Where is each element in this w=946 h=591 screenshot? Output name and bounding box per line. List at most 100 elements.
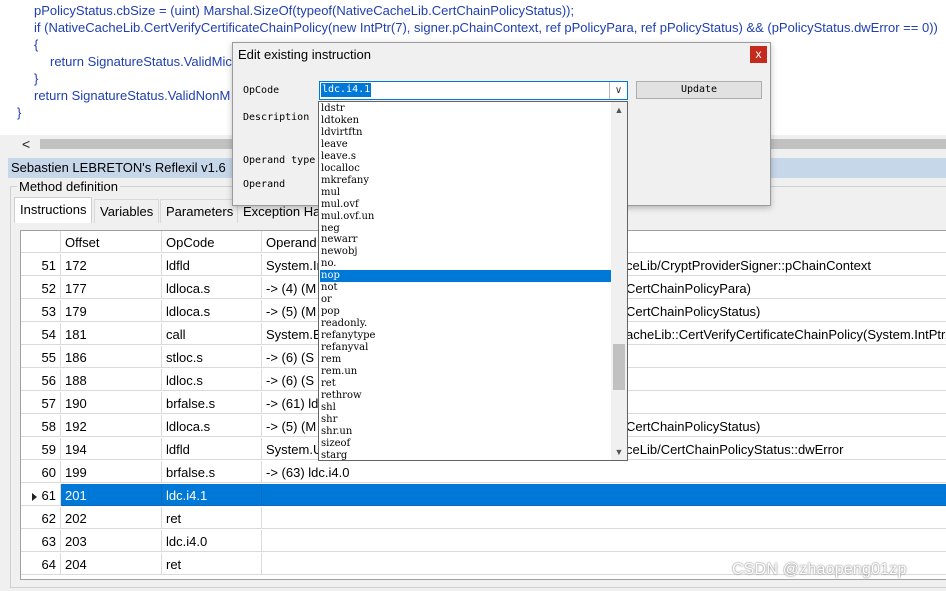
scroll-up-icon[interactable]: ▲ [611,102,627,118]
dropdown-option[interactable]: newarr [320,234,611,246]
dropdown-option[interactable]: mul.ovf [320,199,611,211]
row-index: 59 [21,438,61,460]
code-line: { [34,37,39,52]
dropdown-option[interactable]: readonly. [320,318,611,330]
row-opcode: ldloc.s [162,369,262,391]
dropdown-option[interactable]: ldstr [320,103,611,115]
dropdown-option[interactable]: localloc [320,163,611,175]
code-line: } [34,71,39,86]
row-index-text: 59 [41,442,56,457]
opcode-combobox[interactable]: ldc.i4.1 ∨ [319,81,628,100]
scroll-down-icon[interactable]: ▼ [611,444,627,460]
row-offset: 199 [61,461,162,483]
row-operand: -> (63) ldc.i4.0 [262,461,946,483]
dropdown-option[interactable]: refanyval [320,342,611,354]
dropdown-option[interactable]: mul [320,187,611,199]
dropdown-option[interactable]: rem [320,354,611,366]
opcode-dropdown-list[interactable]: ldstr ldtoken ldvirtftn leave leave.s locallo… [318,101,628,461]
row-opcode: ldloca.s [162,300,262,322]
dropdown-option[interactable]: leave.s [320,151,611,163]
row-index: 51 [21,254,61,276]
dropdown-option[interactable]: starg [320,450,611,460]
header-opcode[interactable]: OpCode [162,231,262,253]
row-index-text: 51 [41,258,56,273]
tab-instructions[interactable]: Instructions [14,197,93,223]
row-index-text: 64 [41,557,56,572]
operand-label: Operand [243,179,286,190]
description-label: Description [243,112,310,123]
row-offset: 201 [61,484,162,506]
chevron-down-icon[interactable]: ∨ [609,82,627,99]
dropdown-option[interactable]: shr [320,414,611,426]
tab-parameters[interactable]: Parameters [160,199,240,223]
dropdown-option[interactable]: mkrefany [320,175,611,187]
operand-visible-end: ceLib/CryptProviderSigner::pChainContext [626,258,871,273]
row-operand [262,484,946,506]
row-offset: 172 [61,254,162,276]
operand-visible-end: acheLib::CertVerifyCertificateChainPolic… [626,327,946,342]
dropdown-option[interactable]: mul.ovf.un [320,211,611,223]
opcode-label: OpCode [243,85,280,96]
operand-visible-start: System.B [266,327,322,342]
row-index: 56 [21,369,61,391]
update-button[interactable]: Update [636,81,762,99]
dropdown-option[interactable]: ret [320,378,611,390]
table-row[interactable]: 60 199 brfalse.s -> (63) ldc.i4.0 [21,461,946,484]
table-row[interactable]: 62 202 ret [21,507,946,530]
row-index: 57 [21,392,61,414]
operand-visible-end: CertChainPolicyPara) [626,281,751,296]
row-opcode: ret [162,553,262,575]
header-offset[interactable]: Offset [61,231,162,253]
row-opcode: ldloca.s [162,415,262,437]
tab-variables[interactable]: Variables [94,199,160,223]
row-index-text: 55 [41,350,56,365]
dropdown-option[interactable]: or [320,294,611,306]
row-offset: 190 [61,392,162,414]
operand-visible-start: -> (5) (M [266,419,317,434]
code-line: } [17,105,22,120]
row-opcode: ldloca.s [162,277,262,299]
operand-type-label: Operand type [243,155,316,166]
dropdown-option[interactable]: sizeof [320,438,611,450]
row-opcode: stloc.s [162,346,262,368]
current-row-icon [31,492,37,501]
dropdown-option[interactable]: rethrow [320,390,611,402]
dropdown-option[interactable]: refanytype [320,330,611,342]
dropdown-option[interactable]: pop [320,306,611,318]
row-index: 58 [21,415,61,437]
row-index: 62 [21,507,61,529]
dropdown-option[interactable]: leave [320,139,611,151]
dropdown-option[interactable]: ldtoken [320,115,611,127]
row-offset: 188 [61,369,162,391]
table-row[interactable]: 63 203 ldc.i4.0 [21,530,946,553]
dropdown-option[interactable]: rem.un [320,366,611,378]
table-row[interactable]: 61 201 ldc.i4.1 [21,484,946,507]
dropdown-option[interactable]: newobj [320,246,611,258]
row-index-text: 63 [41,534,56,549]
operand-visible-end: ceLib/CertChainPolicyStatus::dwError [626,442,844,457]
dropdown-option[interactable]: ldvirtftn [320,127,611,139]
row-operand [262,507,946,529]
dropdown-option[interactable]: nop [320,270,611,283]
row-operand [262,530,946,552]
dropdown-option[interactable]: shl [320,402,611,414]
dropdown-option[interactable]: shr.un [320,426,611,438]
row-opcode: brfalse.s [162,461,262,483]
row-offset: 194 [61,438,162,460]
operand-visible-start: -> (6) (S [266,350,315,365]
row-opcode: ldfld [162,254,262,276]
row-index-text: 62 [41,511,56,526]
dropdown-scrollbar-thumb[interactable] [613,344,625,390]
dropdown-scrollbar[interactable]: ▲ ▼ [611,102,627,460]
row-offset: 203 [61,530,162,552]
dropdown-option[interactable]: neg [320,223,611,235]
scroll-left-icon[interactable]: < [22,135,30,153]
close-icon[interactable]: x [750,46,767,63]
dropdown-option[interactable]: no. [320,258,611,270]
dropdown-option[interactable]: not [320,282,611,294]
row-index-text: 52 [41,281,56,296]
row-opcode: ldc.i4.0 [162,530,262,552]
row-index-text: 61 [41,488,56,503]
row-index: 53 [21,300,61,322]
opcode-value[interactable]: ldc.i4.1 [321,83,372,97]
